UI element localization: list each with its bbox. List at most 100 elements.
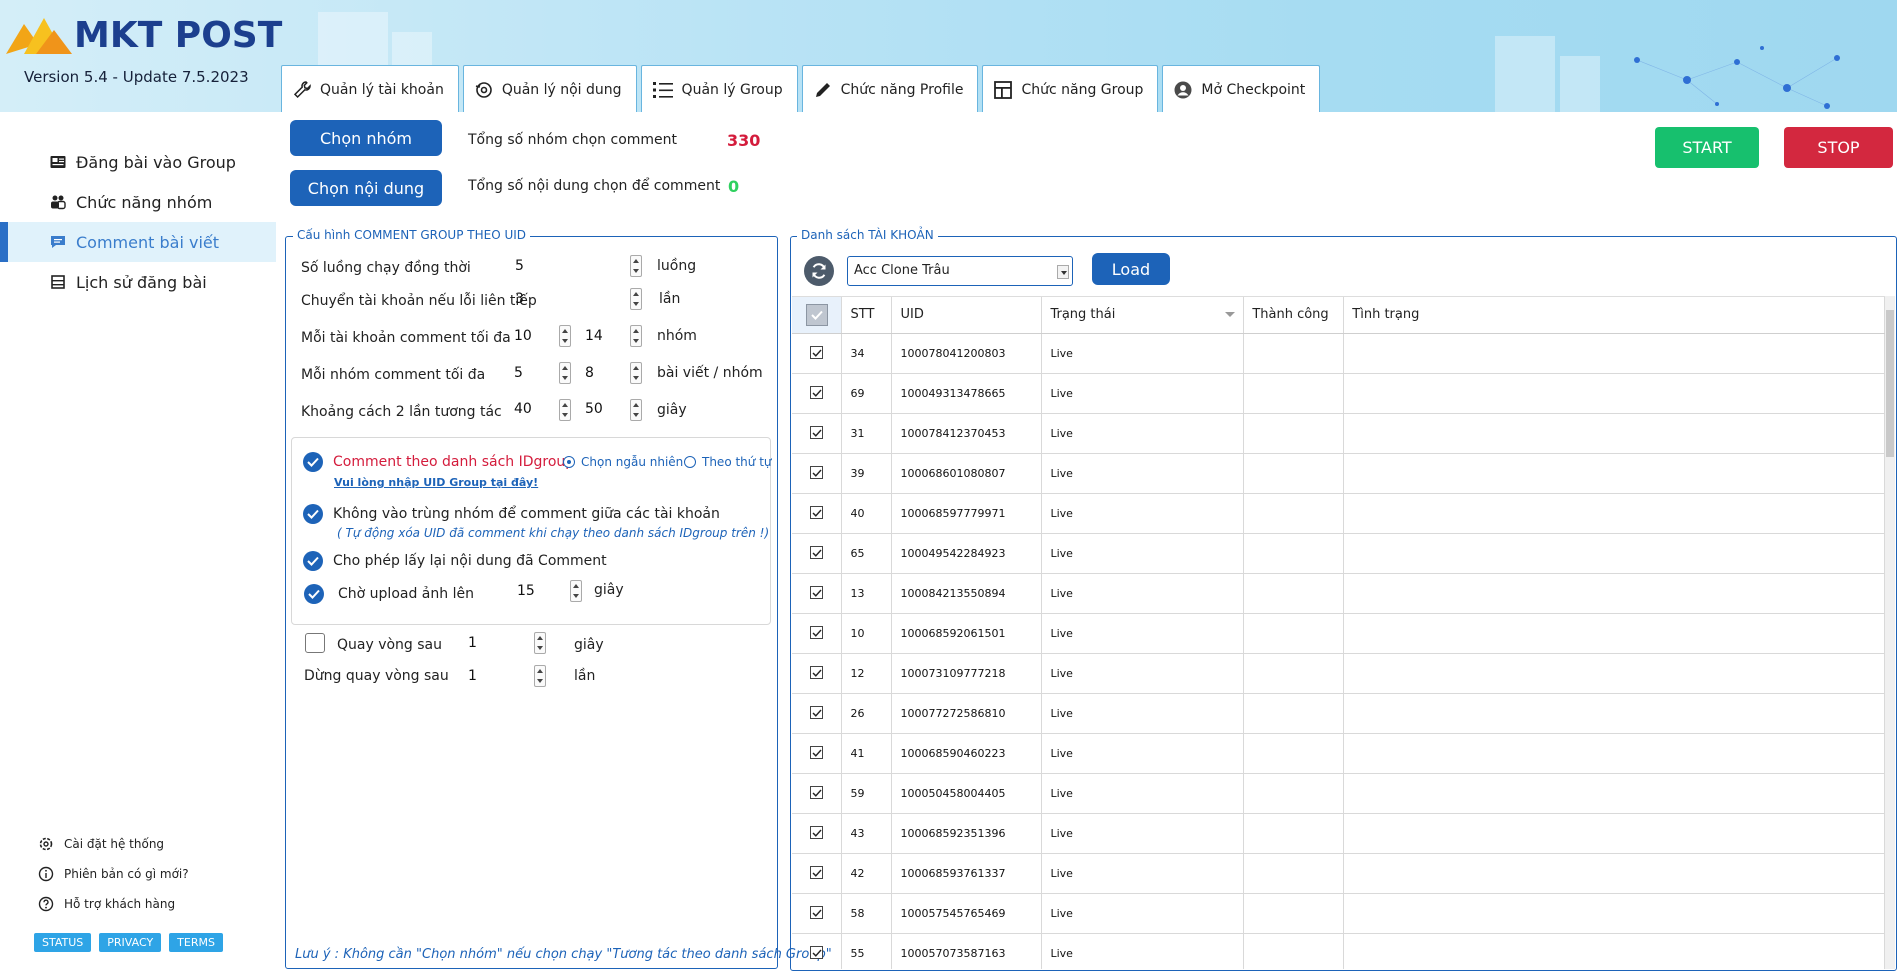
per-account-max-input[interactable]: 14 [585,328,603,344]
wait-upload-stepper[interactable] [570,580,582,602]
enter-uid-link[interactable]: Vui lòng nhập UID Group tại đây! [334,476,538,489]
row-checkbox[interactable] [810,626,823,640]
column-header-success[interactable]: Thành công [1243,297,1345,334]
loop-checkbox[interactable] [305,633,325,653]
sidebar-item-post-to-group[interactable]: Đăng bài vào Group [0,142,276,182]
row-uid: 100078412370453 [891,413,1043,454]
table-scrollbar[interactable] [1885,296,1895,969]
sidebar-item-post-history[interactable]: Lịch sử đăng bài [0,262,276,302]
row-stt: 41 [841,733,893,774]
interval-max-input[interactable]: 50 [585,401,603,417]
table-row[interactable]: 13 100084213550894 Live [792,573,1885,614]
sidebar-item-comment-posts[interactable]: Comment bài viết [0,222,276,262]
per-account-min-input[interactable]: 10 [514,328,532,344]
row-checkbox[interactable] [810,466,823,480]
row-checkbox[interactable] [810,946,823,960]
interval-min-input[interactable]: 40 [514,401,532,417]
tab-group-functions[interactable]: Chức năng Group [982,65,1159,112]
column-header-uid[interactable]: UID [891,297,1043,334]
account-list-select[interactable]: Acc Clone Trâu [847,256,1073,286]
table-row[interactable]: 31 100078412370453 Live [792,413,1885,454]
no-duplicate-checkbox[interactable] [303,504,323,524]
row-checkbox[interactable] [810,586,823,600]
customer-support-link[interactable]: Hỗ trợ khách hàng [38,896,175,912]
row-checkbox[interactable] [810,786,823,800]
tab-account-management[interactable]: Quản lý tài khoản [281,65,459,112]
threads-stepper[interactable] [630,255,642,277]
sidebar-item-group-functions[interactable]: Chức năng nhóm [0,182,276,222]
row-status: Live [1041,773,1245,814]
refresh-button[interactable] [804,256,834,286]
load-button[interactable]: Load [1092,253,1170,285]
row-checkbox[interactable] [810,826,823,840]
start-button[interactable]: START [1655,127,1759,168]
row-checkbox[interactable] [810,346,823,360]
row-uid: 100084213550894 [891,573,1043,614]
per-group-min-stepper[interactable] [559,362,571,384]
random-radio[interactable] [563,456,575,468]
status-badge[interactable]: STATUS [34,933,92,952]
switch-account-stepper[interactable] [630,288,642,310]
column-header-stt[interactable]: STT [841,297,893,334]
filter-dropdown-icon[interactable] [1225,312,1236,317]
interval-max-stepper[interactable] [630,399,642,421]
table-row[interactable]: 26 100077272586810 Live [792,693,1885,734]
table-row[interactable]: 40 100068597779971 Live [792,493,1885,534]
wait-upload-input[interactable]: 15 [517,583,535,599]
table-row[interactable]: 55 100057073587163 Live [792,933,1885,969]
row-checkbox[interactable] [810,906,823,920]
choose-content-button[interactable]: Chọn nội dung [290,170,442,206]
wait-upload-checkbox[interactable] [304,584,324,604]
choose-group-button[interactable]: Chọn nhóm [290,120,442,156]
tab-open-checkpoint[interactable]: Mở Checkpoint [1162,65,1321,112]
terms-badge[interactable]: TERMS [169,933,223,952]
table-row[interactable]: 58 100057545765469 Live [792,893,1885,934]
row-checkbox[interactable] [810,546,823,560]
per-group-max-input[interactable]: 8 [585,365,594,381]
table-row[interactable]: 42 100068593761337 Live [792,853,1885,894]
order-radio[interactable] [684,456,696,468]
switch-account-input[interactable]: 3 [515,291,524,307]
per-group-max-stepper[interactable] [630,362,642,384]
per-account-max-stepper[interactable] [630,325,642,347]
table-row[interactable]: 34 100078041200803 Live [792,333,1885,374]
scrollbar-thumb[interactable] [1886,310,1894,457]
tab-content-management[interactable]: Quản lý nội dung [462,65,637,112]
whats-new-link[interactable]: Phiên bản có gì mới? [38,866,189,882]
column-header-condition[interactable]: Tình trạng [1343,297,1885,334]
privacy-badge[interactable]: PRIVACY [99,933,162,952]
loop-input[interactable]: 1 [468,635,477,651]
column-header-status[interactable]: Trạng thái [1041,297,1245,334]
row-checkbox[interactable] [810,706,823,720]
threads-input[interactable]: 5 [515,258,524,274]
per-group-min-input[interactable]: 5 [514,365,523,381]
loop-stepper[interactable] [534,632,546,654]
row-checkbox[interactable] [810,666,823,680]
sidebar: Đăng bài vào Group Chức năng nhóm Commen… [0,112,276,971]
table-row[interactable]: 39 100068601080807 Live [792,453,1885,494]
table-row[interactable]: 12 100073109777218 Live [792,653,1885,694]
table-row[interactable]: 41 100068590460223 Live [792,733,1885,774]
reuse-content-checkbox[interactable] [303,551,323,571]
row-checkbox[interactable] [810,426,823,440]
row-status: Live [1041,893,1245,934]
table-row[interactable]: 59 100050458004405 Live [792,773,1885,814]
per-account-min-stepper[interactable] [559,325,571,347]
stop-button[interactable]: STOP [1784,127,1893,168]
table-row[interactable]: 65 100049542284923 Live [792,533,1885,574]
row-checkbox[interactable] [810,746,823,760]
system-settings-link[interactable]: Cài đặt hệ thống [38,836,164,852]
stop-loop-input[interactable]: 1 [468,668,477,684]
tab-group-management[interactable]: Quản lý Group [640,65,798,112]
select-all-checkbox[interactable] [806,303,828,326]
table-row[interactable]: 43 100068592351396 Live [792,813,1885,854]
interval-min-stepper[interactable] [559,399,571,421]
row-checkbox[interactable] [810,506,823,520]
row-checkbox[interactable] [810,866,823,880]
by-list-checkbox[interactable] [303,452,323,472]
table-row[interactable]: 10 100068592061501 Live [792,613,1885,654]
table-row[interactable]: 69 100049313478665 Live [792,373,1885,414]
row-checkbox[interactable] [810,386,823,400]
stop-loop-stepper[interactable] [534,665,546,687]
tab-profile-functions[interactable]: Chức năng Profile [801,65,979,112]
